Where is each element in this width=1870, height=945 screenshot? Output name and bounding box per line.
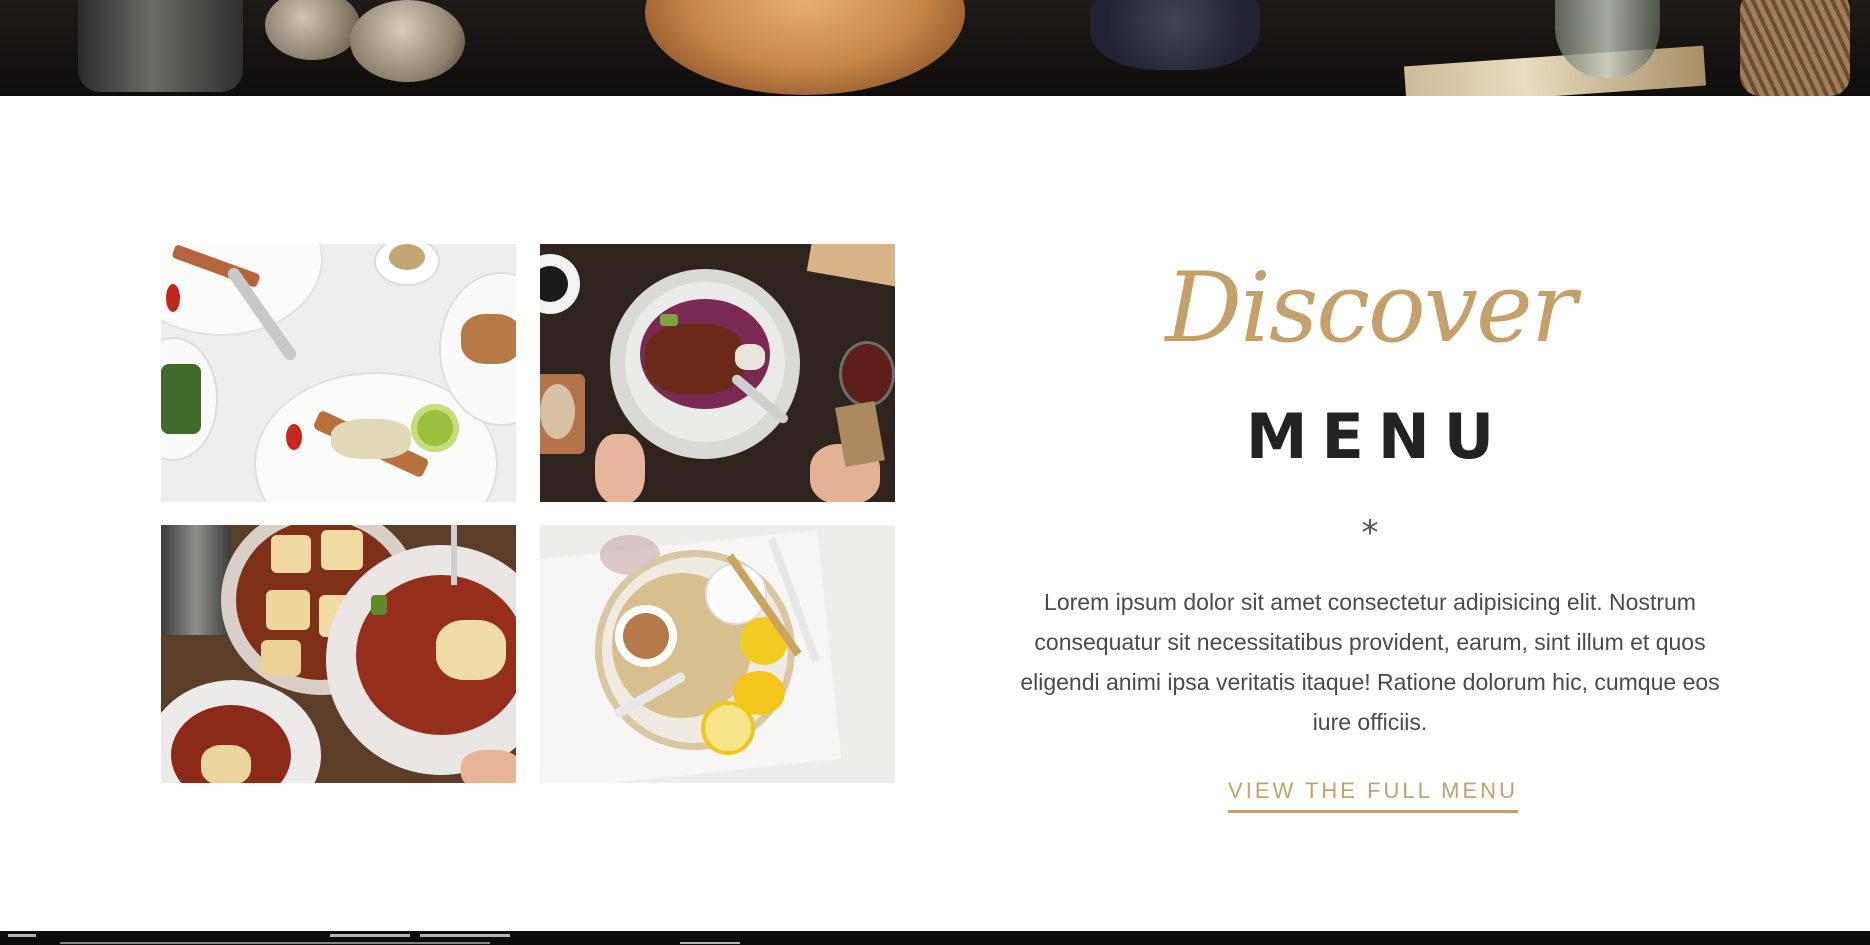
view-full-menu-link[interactable]: VIEW THE FULL MENU — [1228, 778, 1518, 813]
footer-image-strip — [0, 931, 1870, 945]
asterisk-divider: * — [1361, 513, 1379, 553]
playing-cards-shape — [1403, 45, 1707, 96]
bread-shape — [645, 0, 965, 95]
menu-description: Lorem ipsum dolor sit amet consectetur a… — [1020, 589, 1720, 735]
salad-plates-photo — [161, 244, 516, 502]
cabbage-bowl-photo — [540, 244, 895, 502]
lemon-dessert-photo — [540, 525, 895, 783]
twine-shape — [1740, 0, 1850, 96]
hero-image-strip — [0, 0, 1870, 96]
discover-script-heading: Discover — [1165, 252, 1576, 364]
menu-heading: MENU — [1245, 400, 1509, 473]
bean-stew-photo — [161, 525, 516, 783]
garlic-shape — [350, 0, 465, 82]
cloth-shape — [1090, 0, 1260, 70]
garlic-shape — [265, 0, 360, 60]
pot-shape — [78, 0, 243, 92]
